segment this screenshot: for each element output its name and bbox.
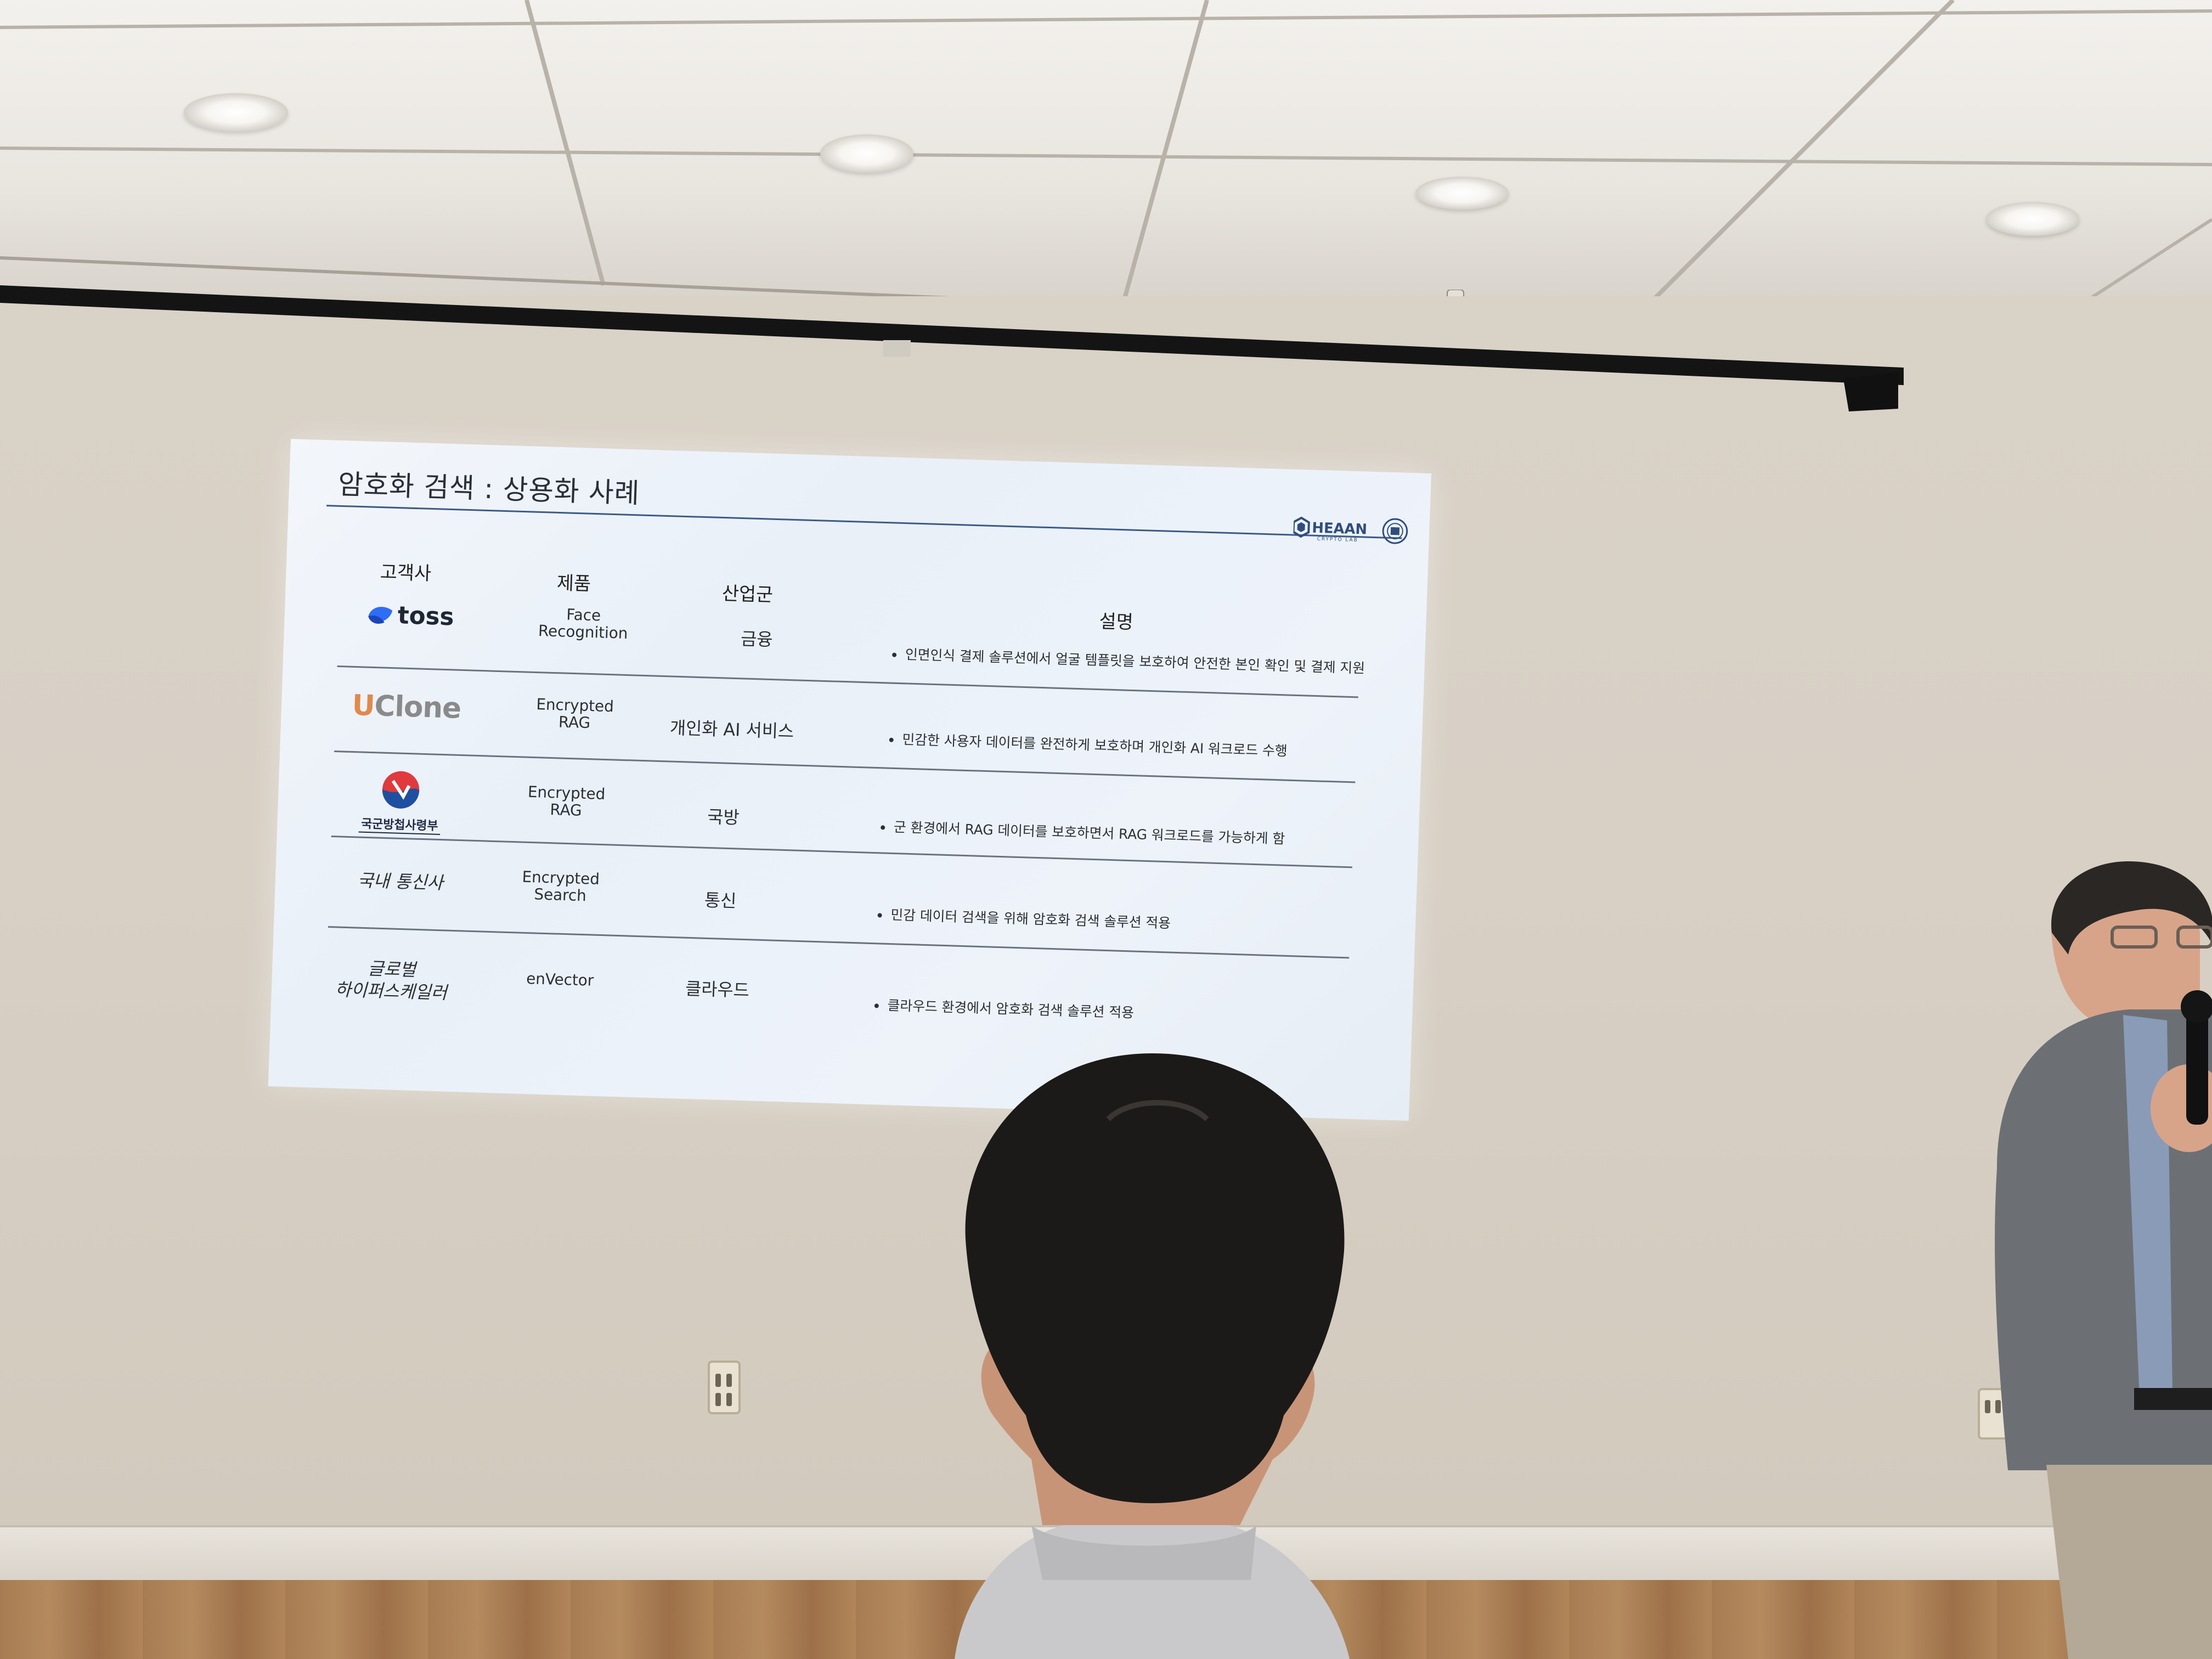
ceiling-light-icon [820,134,913,173]
heaan-logo-icon: HEAAN CRYPTO LAB [1293,516,1368,543]
row-divider [328,926,1350,959]
wall-outlet-icon [708,1361,741,1414]
university-seal-icon [1382,518,1408,544]
column-header-customer: 고객사 [380,561,432,585]
column-header-industry: 산업군 [721,583,774,606]
customer-logo-toss: toss [365,598,454,634]
column-header-description: 설명 [1098,610,1134,634]
customer-text: 글로벌 하이퍼스케일러 [335,958,448,1003]
projector-screen-housing [0,285,1904,411]
bullet-icon [892,652,897,657]
industry-cell: 개인화 AI 서비스 [669,717,794,742]
slide-title: 암호화 검색 : 상용화 사례 [337,468,641,510]
projected-slide: 암호화 검색 : 상용화 사례 HEAAN CRYPTO LAB 고객사 제품 … [268,439,1432,1121]
product-cell: Encrypted RAG [535,695,614,732]
ceiling-grid [0,0,2212,307]
bullet-icon [881,825,885,830]
brand-logo-text: HEAAN [1312,520,1368,538]
column-header-product: 제품 [556,572,591,595]
product-cell: enVector [526,969,594,990]
toss-wordmark: toss [397,601,455,631]
defense-emblem-icon [382,771,420,809]
bullet-icon [874,1003,879,1008]
industry-cell: 국방 [707,806,740,828]
description-cell: 민감 데이터 검색을 위해 암호화 검색 솔루션 적용 [877,907,1171,931]
industry-cell: 통신 [704,889,737,912]
product-cell: Encrypted Search [522,867,600,905]
ceiling [0,0,2212,307]
description-cell: 민감한 사용자 데이터를 완전하게 보호하며 개인화 AI 워크로드 수행 [889,731,1288,759]
defense-emblem-label: 국군방첩사령부 [358,814,441,835]
bullet-icon [889,737,894,742]
title-rule [326,505,1402,539]
toss-logo-icon [368,607,393,624]
customer-logo-uclone: UClone [351,689,462,725]
brand-logo-subtext: CRYPTO LAB [1317,537,1358,543]
ceiling-light-icon [1986,202,2079,236]
customer-logo-defense-counterintelligence: 국군방첩사령부 [358,768,442,837]
product-cell: Encrypted RAG [527,782,606,820]
audience-member-head [955,1053,1350,1659]
product-cell: Face Recognition [538,605,628,642]
industry-cell: 금융 [740,628,774,650]
description-cell: 인면인식 결제 솔루션에서 얼굴 템플릿을 보호하여 안전한 본인 확인 및 결… [892,646,1365,676]
ceiling-light-icon [184,93,288,132]
description-cell: 군 환경에서 RAG 데이터를 보호하면서 RAG 워크로드를 가능하게 함 [881,819,1285,847]
presenter-with-microphone [1995,861,2212,1659]
bullet-icon [877,913,882,918]
ceiling-light-icon [1415,177,1509,210]
description-cell: 클라우드 환경에서 암호화 검색 솔루션 적용 [874,997,1134,1021]
industry-cell: 클라우드 [685,978,750,1001]
customer-text: 국내 통신사 [357,870,444,894]
